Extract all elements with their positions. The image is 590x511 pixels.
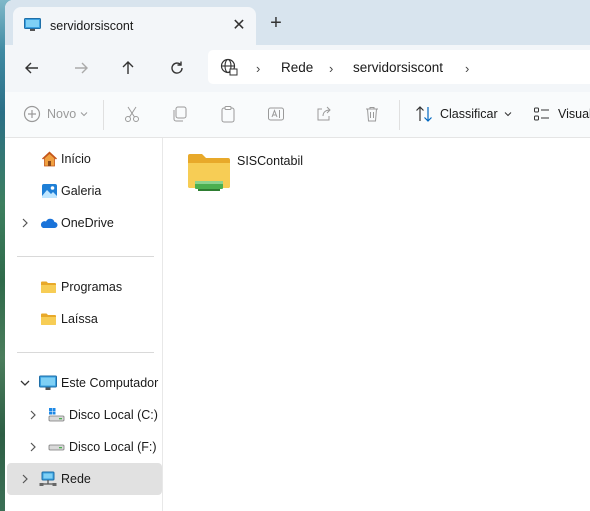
plus-circle-icon xyxy=(23,105,41,123)
chevron-right-icon[interactable] xyxy=(28,409,38,421)
cut-button[interactable] xyxy=(123,105,141,123)
share-icon xyxy=(317,106,331,121)
sort-label: Classificar xyxy=(440,107,498,121)
scissors-icon xyxy=(125,106,139,122)
rename-button[interactable] xyxy=(267,105,285,123)
new-label: Novo xyxy=(47,107,77,121)
arrow-left-icon xyxy=(25,62,38,74)
paste-button[interactable] xyxy=(219,105,237,123)
new-tab-button[interactable]: + xyxy=(266,13,286,34)
sidebar-item-rede[interactable]: Rede xyxy=(7,463,162,495)
close-tab-icon[interactable]: ✕ xyxy=(229,16,249,36)
sidebar-item-programas[interactable]: Programas xyxy=(7,271,162,303)
view-list-icon xyxy=(534,107,549,121)
sidebar-item-label: Programas xyxy=(61,280,123,294)
sidebar-item-label: Galeria xyxy=(61,184,102,198)
sidebar-item-disco-c[interactable]: Disco Local (C:) xyxy=(7,399,162,431)
folder-icon xyxy=(41,281,56,293)
tab-servidorsiscont[interactable]: servidorsiscont ✕ xyxy=(13,7,256,45)
toolbar-divider xyxy=(399,100,400,130)
folder-icon xyxy=(41,313,56,325)
sidebar-item-onedrive[interactable]: OneDrive xyxy=(7,207,162,239)
sidebar-item-label: Disco Local (F:) xyxy=(69,440,157,454)
chevron-right-icon[interactable]: › xyxy=(256,61,260,76)
sidebar-item-galeria[interactable]: Galeria xyxy=(7,175,162,207)
network-icon xyxy=(39,471,57,486)
sidebar-item-este-computador[interactable]: Este Computador xyxy=(7,367,162,399)
chevron-right-icon[interactable] xyxy=(20,217,30,229)
file-list: SISContabil xyxy=(164,138,590,511)
chevron-down-icon[interactable] xyxy=(20,377,30,389)
back-button[interactable] xyxy=(19,55,45,81)
navigation-pane: Início Galeria OneDrive Programas Laíssa… xyxy=(5,138,163,511)
new-button[interactable]: Novo xyxy=(23,105,88,123)
refresh-button[interactable] xyxy=(164,55,190,81)
chevron-right-icon[interactable] xyxy=(20,473,30,485)
command-bar: Novo Classificar Visual xyxy=(5,92,590,138)
sidebar-item-label: Início xyxy=(61,152,91,166)
drive-c-icon xyxy=(48,408,65,422)
copy-icon xyxy=(173,106,187,122)
sidebar-item-inicio[interactable]: Início xyxy=(7,143,162,175)
tab-title: servidorsiscont xyxy=(50,19,134,33)
file-explorer-window: servidorsiscont ✕ + › Rede › servidorsis… xyxy=(5,0,590,511)
chevron-right-icon[interactable]: › xyxy=(329,61,333,76)
delete-button[interactable] xyxy=(363,105,381,123)
network-globe-icon xyxy=(220,58,238,76)
breadcrumb-servidorsiscont[interactable]: servidorsiscont xyxy=(353,60,443,75)
view-button[interactable]: Visual xyxy=(533,105,590,123)
rename-icon xyxy=(268,107,284,121)
navigation-bar: › Rede › servidorsiscont › xyxy=(5,45,590,92)
network-share-folder-icon xyxy=(188,154,230,191)
home-icon xyxy=(41,151,58,167)
refresh-icon xyxy=(171,61,183,74)
chevron-right-icon[interactable]: › xyxy=(465,61,469,76)
title-bar: servidorsiscont ✕ + xyxy=(5,0,590,45)
sidebar-divider xyxy=(17,256,154,257)
sidebar-item-label: Rede xyxy=(61,472,91,486)
folder-item-siscontabil[interactable]: SISContabil xyxy=(184,150,344,195)
arrow-up-icon xyxy=(122,61,134,74)
clipboard-icon xyxy=(221,106,235,123)
folder-item-label: SISContabil xyxy=(237,154,304,168)
sidebar-item-disco-f[interactable]: Disco Local (F:) xyxy=(7,431,162,463)
sidebar-item-label: Laíssa xyxy=(61,312,98,326)
address-bar[interactable]: › Rede › servidorsiscont › xyxy=(208,50,590,84)
computer-icon xyxy=(24,18,41,31)
sort-icon xyxy=(416,106,432,122)
computer-icon xyxy=(39,375,57,390)
trash-icon xyxy=(366,107,378,122)
sidebar-item-label: Disco Local (C:) xyxy=(69,408,158,422)
sidebar-item-label: OneDrive xyxy=(61,216,114,230)
gallery-icon xyxy=(42,184,57,198)
chevron-down-icon xyxy=(80,112,88,117)
forward-button[interactable] xyxy=(68,55,94,81)
sidebar-item-label: Este Computador xyxy=(61,376,159,390)
toolbar-divider xyxy=(103,100,104,130)
up-button[interactable] xyxy=(115,55,141,81)
copy-button[interactable] xyxy=(171,105,189,123)
share-button[interactable] xyxy=(315,105,333,123)
sidebar-divider xyxy=(17,352,154,353)
view-label: Visual xyxy=(558,107,590,121)
arrow-right-icon xyxy=(75,62,88,74)
chevron-down-icon xyxy=(504,112,512,117)
sort-button[interactable]: Classificar xyxy=(415,105,512,123)
chevron-right-icon[interactable] xyxy=(28,441,38,453)
sidebar-item-laissa[interactable]: Laíssa xyxy=(7,303,162,335)
onedrive-icon xyxy=(40,218,58,228)
drive-icon xyxy=(48,444,65,451)
breadcrumb-rede[interactable]: Rede xyxy=(281,60,313,75)
